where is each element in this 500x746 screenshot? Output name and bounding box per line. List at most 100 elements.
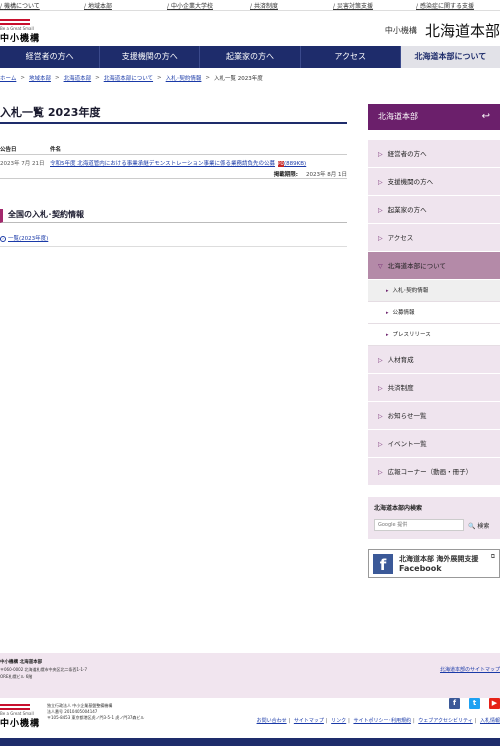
breadcrumb-separator: > (205, 75, 211, 81)
sidebar-item-about[interactable]: ▽ 北海道本部について (368, 252, 500, 280)
chevron-right-icon: ▷ (378, 469, 383, 476)
file-size: (889KB) (284, 161, 307, 167)
facebook-icon: f (373, 554, 393, 574)
footer-address: 〒060-0002 北海道札幌市中央区北二条西1-1-7 ORE札幌ビル 6階 (0, 666, 87, 680)
breadcrumb-home[interactable]: ホーム (0, 74, 16, 82)
triangle-bullet-icon: ▸ (386, 332, 389, 338)
footer-separator: | (348, 718, 350, 724)
footer-logo[interactable]: Be a Great Small 中小機構 (0, 704, 40, 729)
breadcrumb-about[interactable]: 北海道本部について (104, 74, 153, 82)
utility-link-disaster[interactable]: 災害対策支援 (333, 1, 373, 10)
sidebar-item-events[interactable]: ▷ イベント一覧 (368, 430, 500, 458)
utility-link-infection[interactable]: 感染症に関する支援 (416, 1, 474, 10)
breadcrumb-separator: > (20, 75, 25, 81)
search-button[interactable]: 🔍 検索 (468, 521, 489, 530)
chevron-right-icon: ▷ (378, 385, 383, 392)
sidebar-menu: ▷ 経営者の方へ ▷ 支援機関の方へ ▷ 起業家の方へ ▷ アクセス ▽ 北海道本部につい… (368, 140, 500, 486)
org-name: 中小機構 (384, 26, 417, 35)
column-header-title: 件名 (50, 147, 62, 153)
utility-link-mutual-aid[interactable]: 共済制度 (250, 1, 278, 10)
bid-title-link[interactable]: 令和5年度 北海道管内における事業承継デモンストレーション事業に係る業務請負先の… (50, 159, 306, 167)
table-header: 公告日 件名 (0, 145, 347, 155)
sidebar-subitem-press[interactable]: ▸ プレスリリース (368, 324, 500, 346)
site-header: Be a Great Small 中小機構 中小機構 北海道本部 (0, 11, 500, 46)
nav-access[interactable]: アクセス (301, 46, 401, 68)
page-title: 入札一覧 2023年度 (0, 104, 347, 124)
sidebar-item-mutual-aid[interactable]: ▷ 共済制度 (368, 374, 500, 402)
sidebar-item-hr[interactable]: ▷ 人材育成 (368, 346, 500, 374)
twitter-icon[interactable]: t (469, 698, 480, 709)
sidebar-item-support-orgs[interactable]: ▷ 支援機関の方へ (368, 168, 500, 196)
column-header-date: 公告日 (0, 147, 17, 153)
breadcrumb-hokkaido[interactable]: 北海道本部 (64, 74, 92, 82)
footer-separator: | (412, 718, 415, 724)
bid-date: 2023年 7月 21日 (0, 161, 45, 167)
national-bids-heading: 全国の入札･契約情報 (0, 209, 347, 223)
sidebar-item-entrepreneurs[interactable]: ▷ 起業家の方へ (368, 196, 500, 224)
footer-link-sitemap[interactable]: サイトマップ (294, 718, 324, 724)
sidebar-item-label: アクセス (387, 234, 414, 242)
footer-separator: | (474, 718, 477, 724)
chevron-right-icon: ▷ (378, 179, 383, 186)
footer-link-links[interactable]: リンク (331, 718, 346, 724)
sidebar-item-news[interactable]: ▷ お知らせ一覧 (368, 402, 500, 430)
nav-about-hokkaido[interactable]: 北海道本部について (400, 46, 500, 68)
footer-link-policy[interactable]: サイトポリシー･利用規約 (353, 718, 411, 724)
utility-link-about[interactable]: 機構について (0, 1, 40, 10)
footer-link-accessibility[interactable]: ウェブアクセシビリティ (418, 718, 472, 724)
breadcrumb-separator: > (95, 75, 100, 81)
chevron-right-icon: ▷ (378, 441, 383, 448)
nav-support-orgs[interactable]: 支援機関の方へ (100, 46, 201, 68)
sidebar: 北海道本部 ↩ ▷ 経営者の方へ ▷ 支援機関の方へ ▷ 起業家の方へ ▷ アクセス ▽… (368, 104, 500, 486)
nav-business-owners[interactable]: 経営者の方へ (0, 46, 101, 68)
utility-link-regions[interactable]: 地域本部 (84, 1, 112, 10)
breadcrumb-bids[interactable]: 入札･契約情報 (166, 74, 202, 82)
footer-link-bids[interactable]: 入札情報 (480, 718, 500, 724)
sidebar-item-label: 共済制度 (387, 384, 414, 392)
breadcrumb-current: 入札一覧 2023年度 (214, 76, 263, 82)
facebook-banner-subtitle: Facebook (399, 564, 442, 573)
search-input[interactable] (374, 519, 464, 531)
footer-link-contact[interactable]: お問い合わせ (257, 718, 287, 724)
sidebar-item-label: イベント一覧 (387, 440, 427, 448)
bid-table: 公告日 件名 2023年 7月 21日 令和5年度 北海道管内における事業承継デ… (0, 145, 347, 179)
sidebar-item-business-owners[interactable]: ▷ 経営者の方へ (368, 140, 500, 168)
sidebar-item-pr[interactable]: ▷ 広報コーナー（動画・冊子） (368, 458, 500, 486)
utility-link-institute[interactable]: 中小企業大学校 (167, 1, 213, 10)
search-button-label: 検索 (477, 522, 490, 530)
nav-entrepreneurs[interactable]: 起業家の方へ (200, 46, 301, 68)
sidebar-item-label: 広報コーナー（動画・冊子） (387, 468, 473, 476)
return-arrow-icon: ↩ (481, 111, 490, 122)
sidebar-subitem-label: 公募情報 (392, 310, 415, 316)
bid-title: 令和5年度 北海道管内における事業承継デモンストレーション事業に係る業務請負先の… (50, 161, 276, 167)
footer-links: お問い合わせ | サイトマップ | リンク | サイトポリシー･利用規約 | ウェブアク… (257, 717, 500, 724)
footer-address-line: 〒060-0002 北海道札幌市中央区北二条西1-1-7 (0, 667, 88, 672)
sidebar-item-label: 人材育成 (387, 356, 414, 364)
footer-separator: | (288, 718, 291, 724)
table-row: 2023年 7月 21日 令和5年度 北海道管内における事業承継デモンストレーシ… (0, 155, 347, 179)
smrj-logo[interactable]: Be a Great Small 中小機構 (0, 19, 40, 44)
org-footer: Be a Great Small 中小機構 独立行政法人 中小企業基盤整備機構 … (0, 698, 500, 738)
chevron-right-icon: ▷ (378, 357, 383, 364)
site-name[interactable]: 中小機構 北海道本部 (385, 20, 500, 41)
youtube-icon[interactable]: ▶ (489, 698, 500, 709)
sidebar-item-access[interactable]: ▷ アクセス (368, 224, 500, 252)
breadcrumb-regions[interactable]: 地域本部 (29, 74, 51, 82)
sidebar-item-label: 北海道本部について (387, 262, 446, 270)
site-search: 北海道本部内検索 🔍 検索 (368, 497, 500, 539)
national-bids-link[interactable]: › 一覧(2023年度) (0, 234, 347, 247)
facebook-banner[interactable]: f 北海道本部 海外展開支援 Facebook ⧉ (368, 549, 500, 578)
footer-sitemap-link[interactable]: 北海道本部のサイトマップ (440, 666, 500, 673)
search-row: 🔍 検索 (374, 519, 494, 531)
bid-deadline: 掲載期限: 2023年 8月 1日 (274, 170, 347, 178)
sidebar-subitem-public-offers[interactable]: ▸ 公募情報 (368, 302, 500, 324)
national-bids-link-text: 一覧(2023年度) (8, 236, 49, 242)
org-info-line: 〒105-8453 東京都港区虎ノ門3-5-1 虎ノ門37森ビル (47, 715, 145, 720)
sidebar-item-label: お知らせ一覧 (387, 412, 427, 420)
sidebar-header[interactable]: 北海道本部 ↩ (368, 104, 500, 130)
facebook-icon[interactable]: f (449, 698, 460, 709)
sidebar-subitem-label: 入札･契約情報 (392, 288, 429, 294)
sidebar-subitem-label: プレスリリース (392, 332, 431, 338)
sidebar-subitem-bids[interactable]: ▸ 入札･契約情報 (368, 280, 500, 302)
branch-footer: 中小機構 北海道本部 〒060-0002 北海道札幌市中央区北二条西1-1-7 … (0, 653, 500, 698)
